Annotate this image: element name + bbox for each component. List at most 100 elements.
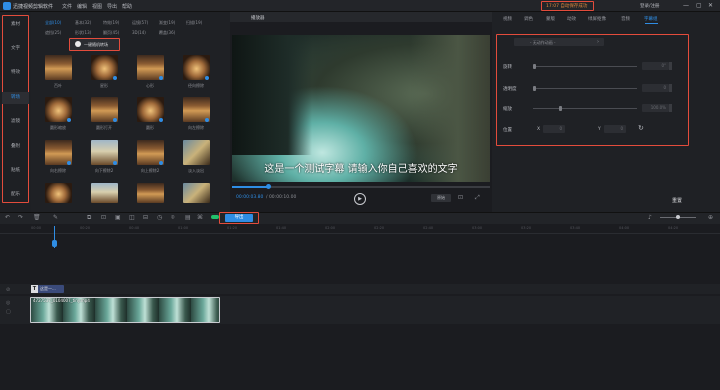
tab-cover[interactable]: 覆盖(36)	[159, 30, 175, 36]
keyframe-icon[interactable]: ⌘	[197, 214, 203, 222]
transition-label: 圆形打开	[96, 125, 112, 130]
scale-slider-handle[interactable]	[559, 106, 562, 111]
login-link[interactable]: 登录/注册	[640, 3, 660, 9]
preset-select[interactable]	[514, 38, 604, 46]
maximize-icon[interactable]: ▢	[696, 2, 702, 9]
mute-icon[interactable]: ◎	[6, 300, 10, 306]
text-clip-icon: T	[31, 285, 38, 293]
speed-icon[interactable]: ◷	[157, 214, 162, 222]
sidebar-item-filters[interactable]: 滤镜	[2, 116, 29, 128]
lock-icon[interactable]: ⊘	[6, 287, 10, 293]
tab-gradient[interactable]: 渐变(19)	[159, 20, 175, 26]
sidebar-item-music[interactable]: 配乐	[2, 189, 29, 201]
text-clip[interactable]: 这是一...	[38, 285, 64, 293]
quality-select[interactable]: 原始	[431, 194, 451, 202]
tab-motion[interactable]: 动效	[567, 16, 576, 22]
transition-thumb[interactable]	[183, 140, 210, 165]
y-label: Y	[598, 127, 601, 132]
download-badge-icon	[113, 118, 117, 122]
rotation-slider-handle[interactable]	[533, 64, 536, 69]
menu-view[interactable]: 视图	[92, 3, 102, 10]
edit-icon[interactable]: ✎	[53, 214, 58, 222]
tab-page-turn[interactable]: 翻页(45)	[103, 30, 119, 36]
minimize-icon[interactable]: —	[683, 2, 689, 9]
sidebar-item-text[interactable]: 文字	[2, 43, 29, 55]
next-preset-icon[interactable]: ›	[594, 38, 602, 46]
tab-video[interactable]: 视频	[503, 16, 512, 22]
fullscreen-icon[interactable]: ⤢	[475, 194, 480, 202]
screenshot-icon[interactable]: ⊡	[458, 194, 463, 201]
sidebar-item-transitions[interactable]: 转场	[2, 92, 29, 104]
zoom-fit-icon[interactable]: ♪	[648, 214, 652, 222]
menu-export[interactable]: 导出	[107, 3, 117, 10]
transition-thumb[interactable]	[183, 183, 210, 203]
sidebar-item-stickers[interactable]: 贴纸	[2, 165, 29, 177]
download-badge-icon	[113, 161, 117, 165]
export-toggle-icon[interactable]	[211, 215, 219, 219]
tab-scan[interactable]: 扫描(19)	[186, 20, 202, 26]
transition-thumb[interactable]	[45, 183, 72, 203]
export-button[interactable]: 导出	[225, 214, 253, 222]
crop-icon[interactable]: ⊡	[101, 214, 106, 222]
zoom-in-icon[interactable]: ⊕	[708, 214, 713, 222]
scale-stepper[interactable]	[669, 104, 672, 112]
tab-mask[interactable]: 遮挡(25)	[45, 30, 61, 36]
ruler-tick: 00:40	[129, 226, 140, 230]
opacity-stepper[interactable]	[669, 84, 672, 92]
transition-label: 圆形缩放	[50, 125, 66, 130]
tab-subtitle-group[interactable]: 字幕组	[644, 16, 658, 22]
tab-color[interactable]: 调色	[524, 16, 533, 22]
opacity-slider[interactable]	[533, 88, 637, 89]
rotation-input[interactable]: 0°	[642, 62, 669, 70]
sidebar-item-media[interactable]: 素材	[2, 19, 29, 31]
subtitle-icon[interactable]: ▤	[185, 214, 191, 222]
sidebar-item-effects[interactable]: 特效	[2, 67, 29, 79]
close-icon[interactable]: ✕	[708, 2, 713, 9]
tab-shape[interactable]: 形状(13)	[75, 30, 91, 36]
undo-icon[interactable]: ↶	[5, 214, 10, 222]
tab-basic[interactable]: 基本(32)	[75, 20, 91, 26]
tab-audio[interactable]: 音频	[621, 16, 630, 22]
sidebar-item-overlay[interactable]: 叠附	[2, 141, 29, 153]
menu-edit[interactable]: 编辑	[77, 3, 87, 10]
record-icon[interactable]: ⌾	[171, 214, 175, 222]
scale-input[interactable]: 100.0%	[642, 104, 669, 112]
split-icon[interactable]: ⧉	[87, 214, 91, 222]
x-label: X	[537, 127, 541, 132]
redo-icon[interactable]: ↷	[18, 214, 23, 222]
playback-progress-handle[interactable]	[266, 184, 272, 189]
opacity-slider-handle[interactable]	[533, 86, 536, 91]
zoom-slider-handle[interactable]	[676, 215, 680, 219]
position-label: 位置	[503, 128, 512, 133]
mosaic-icon[interactable]: ⊟	[143, 214, 148, 222]
tab-3d[interactable]: 3D(14)	[132, 30, 146, 35]
tab-mask[interactable]: 蒙版	[546, 16, 555, 22]
tab-all[interactable]: 全部(10)	[45, 20, 61, 26]
rotation-slider[interactable]	[533, 66, 637, 67]
menu-file[interactable]: 文件	[62, 3, 72, 10]
transition-thumb[interactable]	[45, 55, 72, 80]
position-x-input[interactable]: 0	[543, 125, 565, 133]
download-badge-icon	[113, 76, 117, 80]
play-button[interactable]: ▶	[354, 193, 366, 205]
scale-slider[interactable]	[533, 108, 637, 109]
reset-position-icon[interactable]: ↻	[638, 124, 644, 132]
delete-icon[interactable]: 🗑	[33, 214, 41, 222]
opacity-input[interactable]: 0	[642, 84, 669, 92]
tab-camera[interactable]: 运镜(57)	[132, 20, 148, 26]
mirror-icon[interactable]: ◫	[129, 214, 135, 222]
ruler-tick: 04:00	[619, 226, 630, 230]
timeline-ruler[interactable]	[0, 224, 720, 234]
playhead-handle[interactable]	[52, 240, 57, 247]
app-title: 迅捷视频剪辑软件	[13, 4, 54, 10]
transition-thumb[interactable]	[91, 183, 118, 203]
transition-thumb[interactable]	[137, 183, 164, 203]
freeze-icon[interactable]: ▣	[115, 214, 121, 222]
tab-chroma-key[interactable]: 绿屏抠像	[588, 16, 606, 22]
eye-icon[interactable]: ▢	[6, 309, 11, 315]
reset-button[interactable]: 重置	[672, 197, 682, 204]
menu-help[interactable]: 帮助	[122, 3, 132, 10]
tab-special[interactable]: 特效(19)	[103, 20, 119, 26]
position-y-input[interactable]: 0	[604, 125, 626, 133]
rotation-stepper[interactable]	[669, 62, 672, 70]
